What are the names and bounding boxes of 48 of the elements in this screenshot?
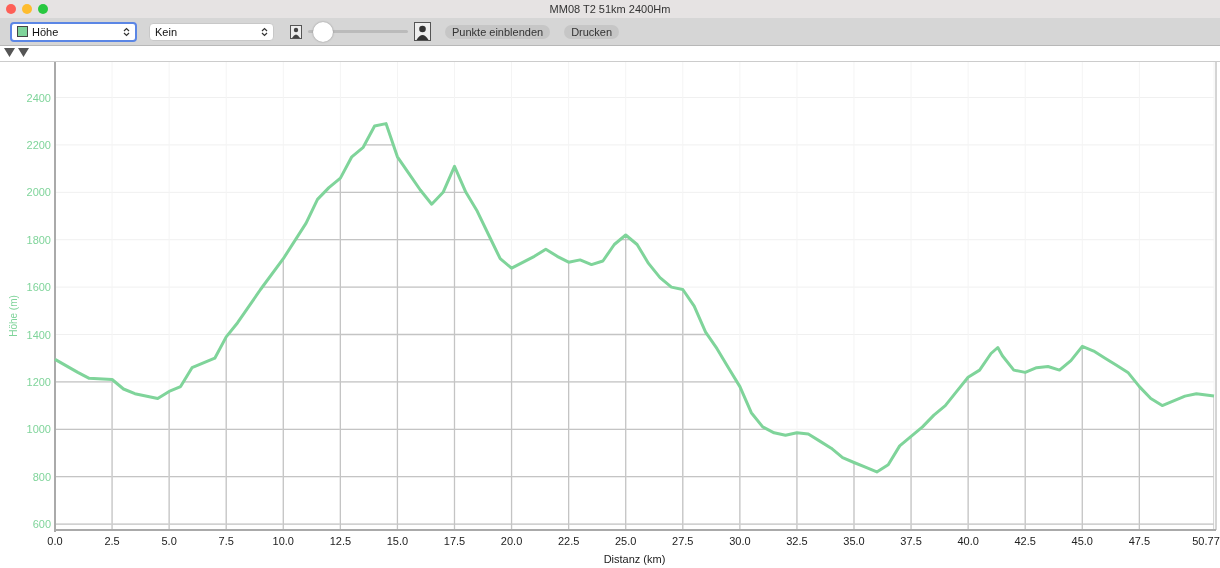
axis-label: 1800 <box>26 233 51 246</box>
axis-label: 1400 <box>26 328 51 341</box>
axis-label: 1200 <box>26 375 51 388</box>
axis-label: 25.0 <box>615 535 637 547</box>
axis-label: 50.77 <box>1192 535 1220 547</box>
axis-label: 2000 <box>26 186 51 199</box>
slider-thumb[interactable] <box>313 21 333 42</box>
axis-label: 22.5 <box>557 535 580 547</box>
axis-label: 20.0 <box>500 535 523 547</box>
axis-label: 37.5 <box>900 535 922 547</box>
axis-label: 2200 <box>26 138 51 151</box>
series-dropdown[interactable]: Höhe <box>10 21 137 42</box>
updown-caret-icon <box>123 26 130 37</box>
compare-dropdown[interactable]: Kein <box>149 22 274 41</box>
axis-label: 2400 <box>26 91 51 104</box>
axis-label: 2.5 <box>104 535 120 547</box>
axis-label: 47.5 <box>1128 535 1151 547</box>
person-icon <box>414 22 431 41</box>
axis-label: 35.0 <box>843 535 865 547</box>
axis-label: 600 <box>32 518 51 531</box>
zoom-button[interactable] <box>38 4 48 14</box>
person-icon <box>290 24 302 39</box>
minimize-button[interactable] <box>22 4 32 14</box>
axis-label: 15.0 <box>386 535 409 547</box>
axis-title: Höhe (m) <box>8 295 19 337</box>
axis-label: 27.5 <box>672 535 694 547</box>
axis-label: 800 <box>32 470 51 483</box>
toolbar-button[interactable]: Drucken <box>564 24 620 39</box>
axis-label: 45.0 <box>1071 535 1093 547</box>
close-button[interactable] <box>6 4 16 14</box>
zoom-slider[interactable] <box>308 21 408 42</box>
axis-label: 42.5 <box>1014 535 1036 547</box>
axis-label: 5.0 <box>161 535 177 547</box>
axis-label: 32.5 <box>786 535 808 547</box>
axis-label: 10.0 <box>272 535 294 547</box>
updown-caret-icon <box>261 26 268 37</box>
axis-label: 7.5 <box>218 535 234 547</box>
axis-title: Distanz (km) <box>603 553 666 565</box>
axis-label: 1600 <box>26 281 51 294</box>
toolbar-button[interactable]: Punkte einblenden <box>445 24 551 39</box>
axis-label: 40.0 <box>957 535 979 547</box>
axis-label: 30.0 <box>729 535 751 547</box>
axis-label: 0.0 <box>47 535 63 547</box>
window-title: MM08 T2 51km 2400Hm <box>548 3 672 15</box>
axis-label: 1000 <box>26 423 51 436</box>
axis-label: 12.5 <box>329 535 352 547</box>
axis-label: 17.5 <box>443 535 466 547</box>
marker-icons <box>4 48 30 58</box>
